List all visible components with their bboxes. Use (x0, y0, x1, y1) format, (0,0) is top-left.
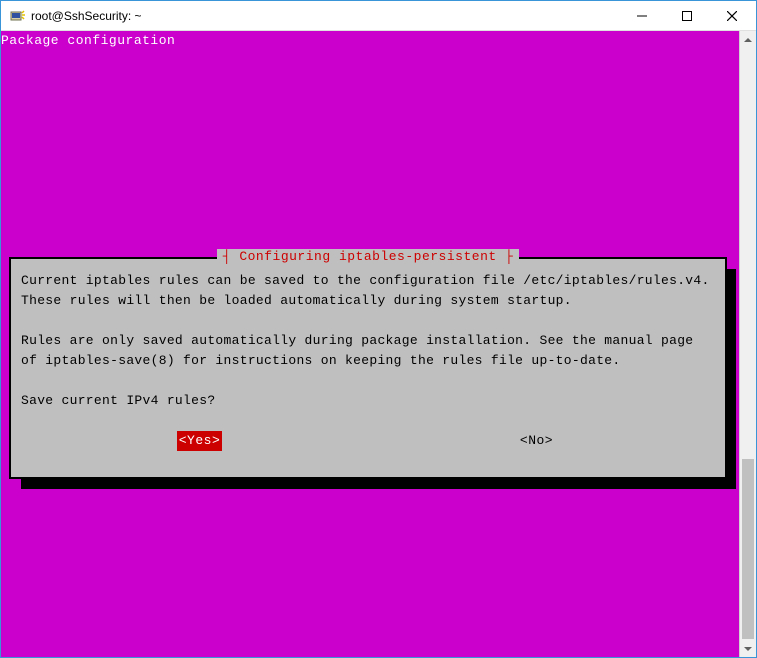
minimize-button[interactable] (619, 1, 664, 30)
scroll-down-arrow[interactable] (740, 640, 756, 657)
window-title: root@SshSecurity: ~ (31, 9, 619, 23)
dialog-body: Current iptables rules can be saved to t… (11, 259, 725, 461)
yes-button-wrap: <Yes> (31, 431, 368, 451)
scroll-thumb[interactable] (742, 459, 754, 639)
dialog-paragraph-2: Rules are only saved automatically durin… (21, 331, 715, 371)
window-controls (619, 1, 754, 30)
dialog-title: ┤ Configuring iptables-persistent ├ (217, 249, 520, 264)
dialog-buttons: <Yes> <No> (21, 431, 715, 451)
maximize-button[interactable] (664, 1, 709, 30)
dialog-question: Save current IPv4 rules? (21, 391, 715, 411)
terminal-content[interactable]: Package configuration ┤ Configuring ipta… (1, 31, 739, 657)
package-config-header: Package configuration (1, 31, 739, 48)
dialog-paragraph-1: Current iptables rules can be saved to t… (21, 271, 715, 311)
dialog-title-text: Configuring iptables-persistent (239, 249, 496, 264)
window-titlebar: root@SshSecurity: ~ (1, 1, 756, 31)
close-button[interactable] (709, 1, 754, 30)
yes-button[interactable]: <Yes> (177, 431, 223, 451)
vertical-scrollbar[interactable] (739, 31, 756, 657)
no-button[interactable]: <No> (520, 431, 553, 451)
terminal-area: Package configuration ┤ Configuring ipta… (1, 31, 756, 657)
scroll-up-arrow[interactable] (740, 31, 756, 48)
no-button-wrap: <No> (368, 431, 705, 451)
config-dialog: ┤ Configuring iptables-persistent ├ Curr… (9, 257, 727, 479)
putty-icon (9, 8, 25, 24)
